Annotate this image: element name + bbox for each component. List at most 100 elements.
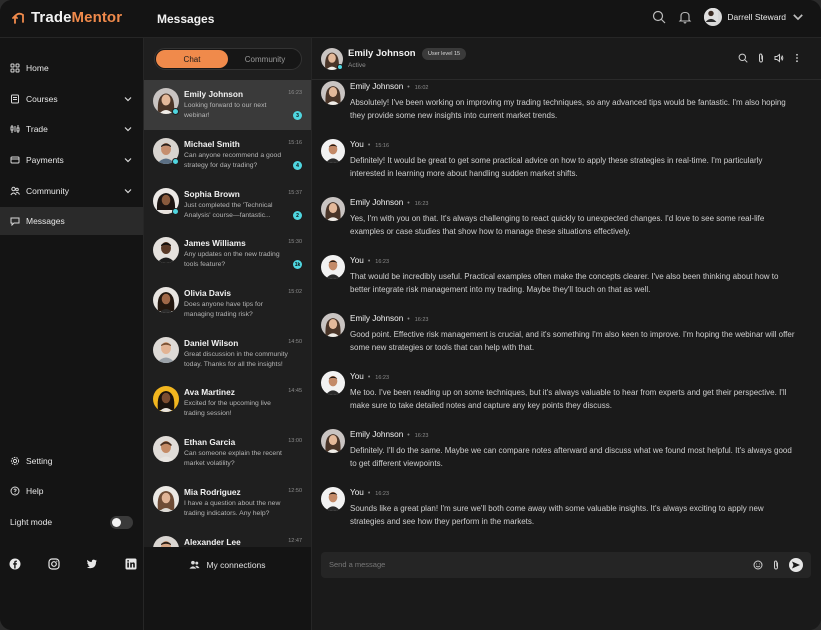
online-indicator — [172, 158, 179, 165]
sidebar-item-setting[interactable]: Setting — [0, 447, 143, 475]
conversation-item[interactable]: Daniel Wilson 14:50 Great discussion in … — [144, 329, 311, 379]
message-time: 16:23 — [375, 491, 390, 497]
search-icon[interactable] — [652, 10, 666, 24]
conversation-preview: Great discussion in the community today.… — [184, 351, 288, 368]
chat-contact-status: Active — [348, 62, 366, 69]
paperclip-icon[interactable] — [771, 560, 781, 570]
instagram-icon[interactable] — [48, 558, 60, 570]
more-vertical-icon[interactable] — [792, 53, 802, 63]
my-connections-button[interactable]: My connections — [143, 547, 311, 582]
avatar — [321, 81, 345, 105]
conversation-item[interactable]: Ethan Garcia 13:00 Can someone explain t… — [144, 428, 311, 478]
conversation-item[interactable]: Olivia Davis 15:02 Does anyone have tips… — [144, 279, 311, 329]
light-mode-label: Light mode — [10, 517, 53, 527]
conversation-item[interactable]: Alexander Lee 12:47 — [144, 528, 311, 547]
top-actions: Darrell Steward — [652, 8, 805, 26]
conversation-name: Alexander Lee — [184, 537, 241, 547]
message-time: 16:23 — [414, 317, 429, 323]
speaker-icon[interactable] — [774, 53, 784, 63]
message-sender: You — [350, 488, 364, 497]
conversation-item[interactable]: Michael Smith 15:16 Can anyone recommend… — [144, 130, 311, 180]
conversation-preview: Looking forward to our next webinar! — [184, 102, 267, 119]
send-button[interactable] — [789, 558, 803, 572]
message-time: 16:02 — [414, 85, 429, 91]
sidebar-item-home[interactable]: Home — [0, 54, 143, 82]
sidebar-item-label: Setting — [26, 456, 53, 466]
conversation-preview: I have a question about the new trading … — [184, 500, 281, 517]
avatar — [321, 197, 345, 221]
search-icon[interactable] — [738, 53, 748, 63]
message-composer[interactable]: Send a message — [321, 552, 811, 578]
message-meta: You • 16:23 — [350, 256, 389, 265]
top-bar: TradeMentor Messages Darrell Steward — [0, 0, 821, 38]
sidebar-item-label: Home — [26, 63, 49, 73]
conversation-time: 16:23 — [288, 90, 302, 96]
sidebar-item-help[interactable]: Help — [0, 477, 143, 505]
tab-community[interactable]: Community — [229, 50, 301, 68]
message-sender: You — [350, 256, 364, 265]
sidebar-item-trade[interactable]: Trade — [0, 115, 143, 143]
message-time: 16:23 — [414, 201, 429, 207]
user-level-badge: User level 15 — [422, 48, 467, 60]
message-input-placeholder[interactable]: Send a message — [329, 560, 385, 569]
conversation-preview: Just completed the 'Technical Analysis' … — [184, 202, 273, 219]
conversation-name: Emily Johnson — [184, 89, 244, 99]
toggle-knob — [112, 518, 121, 527]
chevron-down-icon — [124, 158, 132, 163]
conversation-item[interactable]: Sophia Brown 15:37 Just completed the 'T… — [144, 180, 311, 230]
meta-separator: • — [367, 258, 371, 265]
linkedin-icon[interactable] — [125, 558, 137, 570]
avatar — [321, 255, 345, 279]
payments-icon — [10, 156, 20, 164]
sidebar-item-label: Community — [26, 186, 69, 196]
facebook-icon[interactable] — [9, 558, 21, 570]
emoji-icon[interactable] — [753, 560, 763, 570]
online-indicator — [172, 208, 179, 215]
trade-icon — [10, 125, 20, 133]
conversation-name: Daniel Wilson — [184, 338, 239, 348]
conversation-time: 15:37 — [288, 190, 302, 196]
sidebar-item-community[interactable]: Community — [0, 177, 143, 205]
online-indicator — [337, 64, 343, 70]
unread-badge: 3 — [293, 111, 302, 120]
conversation-time: 13:00 — [288, 438, 302, 444]
avatar — [153, 436, 179, 462]
conversation-item[interactable]: James Williams 15:30 Any updates on the … — [144, 229, 311, 279]
conversation-item[interactable]: Emily Johnson 16:23 Looking forward to o… — [144, 80, 311, 130]
conversation-preview: Can someone explain the recent market vo… — [184, 450, 282, 467]
conversation-item[interactable]: Ava Martinez 14:45 Excited for the upcom… — [144, 378, 311, 428]
avatar — [321, 313, 345, 337]
message-text: Me too. I've been reading up on some tec… — [350, 388, 787, 410]
sidebar-item-payments[interactable]: Payments — [0, 146, 143, 174]
conversation-time: 15:16 — [288, 140, 302, 146]
conversation-name: James Williams — [184, 238, 246, 248]
avatar — [321, 429, 345, 453]
social-links — [9, 558, 137, 570]
sidebar-item-light-mode: Light mode — [0, 508, 143, 536]
paperclip-icon[interactable] — [756, 53, 766, 63]
sidebar-item-messages[interactable]: Messages — [0, 207, 143, 235]
gear-icon — [10, 456, 20, 466]
courses-icon — [11, 94, 19, 104]
bell-icon[interactable] — [678, 10, 692, 24]
chat-header: Emily Johnson Active User level 15 — [312, 38, 821, 80]
avatar — [321, 487, 345, 511]
tab-chat[interactable]: Chat — [156, 50, 228, 68]
light-mode-toggle[interactable] — [110, 516, 133, 529]
unread-badge: 1k — [293, 260, 302, 269]
sidebar-item-label: Payments — [26, 155, 64, 165]
user-menu[interactable]: Darrell Steward — [704, 8, 805, 26]
message-sender: You — [350, 372, 364, 381]
chevron-down-icon — [793, 14, 803, 21]
app-window: TradeMentor Messages Darrell Steward Hom… — [0, 0, 821, 630]
users-icon — [189, 560, 201, 569]
unread-badge: 2 — [293, 211, 302, 220]
twitter-icon[interactable] — [86, 558, 98, 570]
sidebar-item-courses[interactable]: Courses — [0, 85, 143, 113]
sidebar-item-label: Help — [26, 486, 44, 496]
chat-contact-name: Emily Johnson — [348, 48, 416, 59]
meta-separator: • — [367, 374, 371, 381]
brand-logo[interactable]: TradeMentor — [12, 9, 122, 26]
message-meta: You • 15:16 — [350, 140, 389, 149]
conversation-item[interactable]: Mia Rodriguez 12:50 I have a question ab… — [144, 478, 311, 528]
